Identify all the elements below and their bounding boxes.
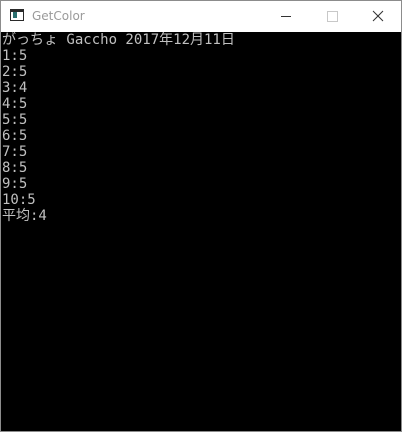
console-output[interactable]: がっちょ Gaccho 2017年12月11日 1:5 2:5 3:4 4:5 …	[1, 32, 401, 431]
console-line: 1:5	[2, 48, 28, 64]
console-line: 3:4	[2, 80, 28, 96]
console-line: 4:5	[2, 96, 28, 112]
minimize-icon	[281, 16, 291, 17]
title-bar[interactable]: GetColor	[1, 1, 401, 32]
console-line: 6:5	[2, 128, 28, 144]
window-title: GetColor	[32, 9, 85, 23]
console-line: 8:5	[2, 160, 28, 176]
console-line: 10:5	[2, 192, 36, 208]
minimize-button[interactable]	[263, 1, 309, 32]
maximize-button[interactable]	[309, 1, 355, 32]
console-line: 2:5	[2, 64, 28, 80]
maximize-icon	[327, 11, 338, 22]
console-average-line: 平均:4	[2, 208, 47, 224]
console-line: 5:5	[2, 112, 28, 128]
console-header-line: がっちょ Gaccho 2017年12月11日	[2, 32, 235, 48]
console-line: 7:5	[2, 144, 28, 160]
close-icon	[372, 10, 384, 22]
console-app-icon[interactable]	[10, 9, 24, 21]
console-window: GetColor がっちょ Gaccho 2017年12月11日 1:5 2:5…	[0, 0, 402, 432]
console-line: 9:5	[2, 176, 28, 192]
close-button[interactable]	[355, 1, 401, 32]
